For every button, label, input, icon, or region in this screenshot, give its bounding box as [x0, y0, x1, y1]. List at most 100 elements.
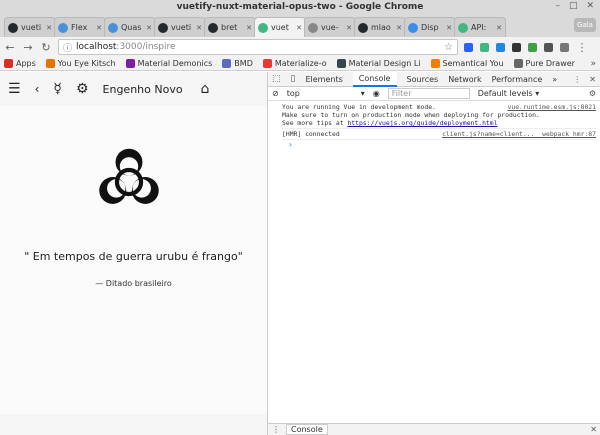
menu-icon[interactable]: ☰ [8, 82, 21, 96]
console-log: You are running Vue in development mode.… [268, 101, 600, 149]
close-drawer-icon[interactable]: ✕ [590, 425, 597, 434]
browser-tab[interactable]: Quas ✕ [104, 17, 156, 37]
message-source-link[interactable]: vue.runtime.esm.js:8021 [508, 103, 597, 111]
bookmark-item[interactable]: BMD [222, 59, 253, 68]
gears-icon[interactable]: ⚙ [76, 82, 89, 96]
divider [282, 139, 596, 140]
bookmark-item[interactable]: Apps [4, 59, 36, 68]
devtools-tabs: ⬚ ▯ Elements Console Sources Network Per… [268, 71, 600, 87]
chrome-menu-icon[interactable]: ⋮ [576, 41, 588, 54]
bookmark-item[interactable]: Semantical You [430, 59, 504, 68]
extension-icon[interactable] [512, 42, 521, 52]
bookmark-label: Materialize-o [274, 59, 327, 68]
browser-tab[interactable]: Disp ✕ [404, 17, 456, 37]
close-tab-icon[interactable]: ✕ [346, 24, 352, 32]
bookmark-item[interactable]: You Eye Kitsch [45, 59, 116, 68]
browser-tab[interactable]: vue- ✕ [304, 17, 356, 37]
browser-tab[interactable]: vuet ✕ [254, 17, 306, 37]
devtools-panel: ⬚ ▯ Elements Console Sources Network Per… [267, 71, 600, 435]
browser-tab[interactable]: vueti ✕ [154, 17, 206, 37]
filter-input[interactable]: Filter [387, 88, 470, 99]
message-link[interactable]: https://vuejs.org/guide/deployment.html [347, 119, 497, 127]
favicon-icon [158, 22, 168, 33]
tab-label: vueti [21, 23, 42, 32]
bookmarks-overflow-icon[interactable]: » [590, 59, 596, 69]
favicon-icon [258, 22, 268, 33]
console-prompt[interactable]: › [282, 141, 596, 149]
bookmark-label: You Eye Kitsch [57, 59, 116, 68]
page-viewport: ☰ ‹ ☿ ⚙ Engenho Novo ... ⌂ " Em tempos d… [0, 72, 267, 435]
back-icon[interactable]: ← [4, 41, 16, 54]
devtools-actions: ⋮ ✕ [573, 75, 596, 84]
devtools-menu-icon[interactable]: ⋮ [573, 75, 581, 84]
close-tab-icon[interactable]: ✕ [96, 24, 102, 32]
info-icon[interactable]: ⓘ [63, 41, 72, 54]
close-tab-icon[interactable]: ✕ [46, 24, 52, 32]
close-devtools-icon[interactable]: ✕ [589, 75, 596, 84]
inspect-element-icon[interactable]: ⬚ [272, 74, 281, 84]
bookmark-item[interactable]: Material Design Li [336, 59, 421, 68]
devtools-drawer: ⋮ Console ✕ [268, 423, 600, 435]
close-tab-icon[interactable]: ✕ [396, 24, 402, 32]
window-controls: – □ ✕ [555, 1, 594, 11]
vue-devtools-icon[interactable] [480, 42, 489, 52]
close-tab-icon[interactable]: ✕ [246, 24, 252, 32]
extension-icon[interactable] [496, 42, 505, 52]
chevron-left-icon[interactable]: ‹ [35, 83, 40, 95]
reload-icon[interactable]: ↻ [40, 41, 52, 54]
profile-chip[interactable]: Gala [574, 18, 596, 32]
browser-tab[interactable]: vueti ✕ [4, 17, 56, 37]
bookmark-item[interactable]: Pure Drawer [513, 59, 575, 68]
device-toolbar-icon[interactable]: ▯ [291, 74, 296, 84]
favicon-icon [358, 22, 368, 33]
clear-console-icon[interactable]: ⊘ [272, 89, 279, 98]
bookmarks-bar: Apps You Eye Kitsch Material Demonics BMD Ma… [0, 57, 600, 71]
tab-performance[interactable]: Performance [492, 75, 543, 84]
bookmark-item[interactable]: Material Demonics [125, 59, 212, 68]
tab-network[interactable]: Network [448, 75, 481, 84]
bookmark-item[interactable]: Materialize-o [262, 59, 327, 68]
tab-label: vue- [321, 23, 339, 32]
minimize-button[interactable]: – [555, 1, 560, 11]
browser-tab[interactable]: API: ✕ [454, 17, 506, 37]
bookmark-label: Semantical You [442, 59, 504, 68]
context-select[interactable]: top ▾ [287, 89, 365, 98]
console-filter-bar: ⊘ top ▾ ◉ Filter Default levels ▾ ⚙ [268, 87, 600, 101]
mercury-icon[interactable]: ☿ [53, 82, 62, 96]
favicon-icon [458, 22, 468, 33]
browser-tab[interactable]: mlao ✕ [354, 17, 406, 37]
eye-icon[interactable]: ◉ [373, 89, 380, 98]
maximize-button[interactable]: □ [569, 1, 578, 11]
extension-icon[interactable] [464, 42, 473, 52]
bookmark-favicon-icon [430, 59, 440, 68]
more-tabs-icon[interactable]: » [552, 75, 557, 84]
console-settings-icon[interactable]: ⚙ [589, 89, 596, 98]
bookmark-star-icon[interactable]: ☆ [444, 42, 453, 53]
app-footer [0, 414, 267, 435]
message-source-link[interactable]: client.js?name=client...__webpack_hmr:87 [442, 130, 596, 138]
drawer-menu-icon[interactable]: ⋮ [272, 425, 280, 434]
close-tab-icon[interactable]: ✕ [146, 24, 152, 32]
extension-icon[interactable] [544, 42, 553, 52]
browser-tab[interactable]: Flex ✕ [54, 17, 106, 37]
browser-tab[interactable]: bret ✕ [204, 17, 256, 37]
tab-sources[interactable]: Sources [407, 75, 439, 84]
close-tab-icon[interactable]: ✕ [296, 24, 302, 32]
home-icon[interactable]: ⌂ [201, 82, 210, 96]
tab-console[interactable]: Console [352, 71, 397, 87]
bookmark-favicon-icon [45, 59, 55, 68]
extension-icon[interactable] [528, 42, 537, 52]
tab-elements[interactable]: Elements [305, 75, 342, 84]
close-window-button[interactable]: ✕ [586, 1, 594, 11]
forward-icon[interactable]: → [22, 41, 34, 54]
address-bar[interactable]: ⓘ localhost :3000/inspire ☆ [58, 39, 458, 55]
close-tab-icon[interactable]: ✕ [196, 24, 202, 32]
log-levels-select[interactable]: Default levels ▾ [478, 89, 540, 98]
console-message: [HMR] connected client.js?name=client...… [282, 130, 596, 138]
close-tab-icon[interactable]: ✕ [446, 24, 452, 32]
extension-icon[interactable] [560, 42, 569, 52]
drawer-tab-console[interactable]: Console [286, 424, 328, 435]
close-tab-icon[interactable]: ✕ [496, 24, 502, 32]
favicon-icon [8, 22, 18, 33]
tab-label: mlao [371, 23, 391, 32]
